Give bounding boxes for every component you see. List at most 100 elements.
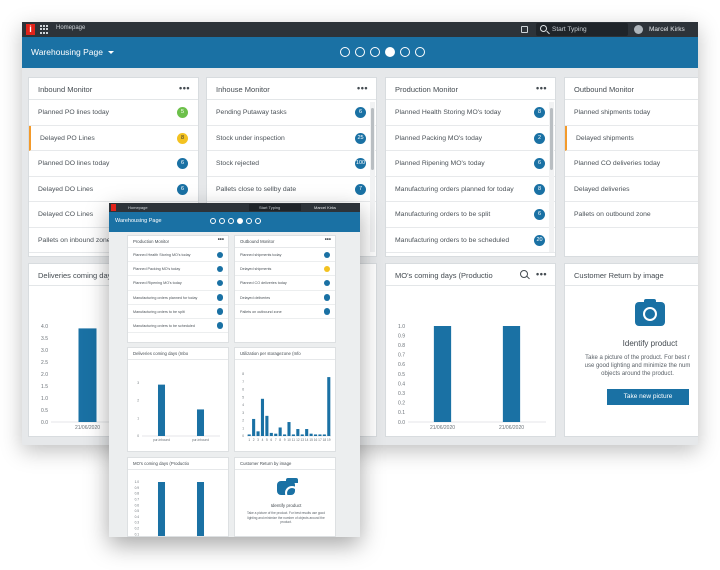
chart-bar[interactable]: [502, 326, 521, 422]
chevron-down-icon[interactable]: [108, 51, 114, 54]
pager-dot[interactable]: [228, 218, 234, 224]
monitor-row[interactable]: Planned shipments today: [235, 248, 335, 263]
monitor-row[interactable]: Delayed shipments: [565, 125, 698, 151]
user-avatar[interactable]: [634, 25, 643, 34]
monitor-row[interactable]: Pallets on outbound zone: [235, 305, 335, 319]
monitor-row[interactable]: Delayed shipments: [235, 262, 335, 277]
monitor-row[interactable]: Stock under inspection 25: [207, 126, 376, 151]
camera-icon[interactable]: [277, 478, 299, 500]
chart-bar[interactable]: [78, 328, 97, 422]
chart-bar[interactable]: [157, 384, 166, 436]
monitor-row[interactable]: Planned Ripening MO's today: [128, 276, 228, 291]
chart-bar[interactable]: [291, 434, 295, 436]
monitor-row[interactable]: Planned Health Storing MO's today 8: [386, 100, 555, 126]
take-picture-button[interactable]: Take new picture: [607, 389, 689, 405]
more-icon[interactable]: •••: [218, 237, 224, 243]
monitor-row[interactable]: Planned DO lines today 6: [29, 151, 198, 177]
monitor-row[interactable]: Manufacturing orders to be scheduled: [128, 319, 228, 334]
monitor-row[interactable]: Manufacturing orders planned for today 8: [386, 177, 555, 202]
pager-dot[interactable]: [340, 47, 350, 57]
chart-bar[interactable]: [256, 431, 260, 436]
monitor-row[interactable]: Manufacturing orders planned for today: [128, 291, 228, 305]
chart-bar[interactable]: [313, 434, 318, 436]
monitor-row[interactable]: Planned Health Storing MO's today: [128, 248, 228, 263]
pager-dot[interactable]: [246, 218, 252, 224]
count-badge: 6: [534, 158, 545, 169]
chart-bar[interactable]: [327, 377, 331, 436]
chart-bar[interactable]: [196, 482, 205, 537]
camera-icon[interactable]: [635, 299, 665, 326]
monitor-row[interactable]: Manufacturing orders to be split 6: [386, 202, 555, 228]
pager-dot[interactable]: [385, 47, 395, 57]
chart-bar[interactable]: [283, 434, 287, 436]
more-icon[interactable]: •••: [357, 83, 368, 93]
more-icon[interactable]: •••: [325, 237, 331, 243]
chart-bar[interactable]: [269, 432, 273, 436]
monitor-row[interactable]: Planned PO lines today 5: [29, 100, 198, 126]
chart-bar[interactable]: [157, 482, 166, 537]
overlay-production-card: Production Monitor ••• Planned Health Sto…: [127, 235, 229, 343]
scrollbar[interactable]: [549, 102, 554, 252]
pager-dot[interactable]: [370, 47, 380, 57]
monitor-row[interactable]: Planned CO deliveries today: [235, 276, 335, 291]
scrollbar[interactable]: [370, 102, 375, 252]
more-icon[interactable]: •••: [536, 83, 547, 93]
chart-bar[interactable]: [296, 429, 300, 436]
page-title[interactable]: Warehousing Page: [31, 47, 103, 57]
monitor-row[interactable]: Planned Packing MO's today: [128, 262, 228, 277]
chart-bar[interactable]: [274, 433, 278, 436]
monitor-row[interactable]: Delayed DO Lines 6: [29, 177, 198, 202]
pager-dot[interactable]: [237, 218, 243, 224]
y-tick-label: 0: [137, 434, 139, 438]
monitor-row[interactable]: Planned Ripening MO's today 6: [386, 151, 555, 177]
search-icon[interactable]: [520, 270, 529, 278]
monitor-row[interactable]: Stock rejected 100: [207, 151, 376, 177]
chart-bar[interactable]: [247, 434, 251, 436]
monitor-row[interactable]: Delayed deliveries: [565, 177, 698, 202]
monitor-row[interactable]: Manufacturing orders to be split: [128, 305, 228, 319]
chart-bar[interactable]: [287, 422, 291, 436]
more-icon[interactable]: •••: [536, 269, 547, 279]
chart-bar[interactable]: [300, 434, 304, 436]
user-name[interactable]: Marcel Kirks: [314, 205, 336, 210]
app-logo[interactable]: i: [26, 24, 35, 35]
window-icon[interactable]: [521, 26, 528, 33]
y-tick-label: 0.9: [135, 486, 140, 490]
chart-bar[interactable]: [305, 429, 309, 436]
monitor-row[interactable]: Planned shipments today: [565, 100, 698, 126]
y-tick-label: 2.5: [41, 360, 48, 366]
app-logo[interactable]: [111, 204, 116, 211]
chart-bar[interactable]: [322, 434, 326, 436]
y-tick-label: 0.5: [398, 372, 405, 378]
monitor-row[interactable]: Pallets on outbound zone: [565, 202, 698, 228]
chart-bar[interactable]: [318, 434, 322, 436]
y-tick-label: 0: [242, 434, 244, 438]
monitor-row[interactable]: Pending Putaway tasks 6: [207, 100, 376, 126]
user-name[interactable]: Marcel Kirks: [649, 26, 685, 33]
more-icon[interactable]: •••: [179, 83, 190, 93]
monitor-row[interactable]: Pallets close to sellby date 7: [207, 177, 376, 202]
chart-bar[interactable]: [260, 398, 265, 436]
pager-dot[interactable]: [400, 47, 410, 57]
chart-bar[interactable]: [309, 433, 313, 436]
apps-grid-icon[interactable]: [40, 25, 49, 34]
chart-bar[interactable]: [265, 415, 269, 436]
pager-dot[interactable]: [415, 47, 425, 57]
search-input[interactable]: Start Typing: [536, 23, 628, 36]
count-badge: [216, 251, 223, 258]
pager-dot[interactable]: [219, 218, 225, 224]
pager-dot[interactable]: [210, 218, 216, 224]
page-title[interactable]: Warehousing Page: [115, 218, 162, 224]
monitor-row[interactable]: Delayed deliveries: [235, 291, 335, 305]
pager-dot[interactable]: [355, 47, 365, 57]
pager-dot[interactable]: [255, 218, 261, 224]
monitor-row[interactable]: Delayed PO Lines 8: [29, 125, 198, 151]
chart-bar[interactable]: [433, 326, 452, 422]
monitor-row[interactable]: Planned Packing MO's today 2: [386, 126, 555, 151]
chart-bar[interactable]: [252, 418, 256, 436]
search-input[interactable]: Start Typing: [249, 204, 301, 211]
chart-bar[interactable]: [196, 409, 205, 436]
chart-bar[interactable]: [278, 427, 282, 436]
monitor-row[interactable]: Planned CO deliveries today: [565, 151, 698, 177]
monitor-row[interactable]: Manufacturing orders to be scheduled 20: [386, 228, 555, 253]
